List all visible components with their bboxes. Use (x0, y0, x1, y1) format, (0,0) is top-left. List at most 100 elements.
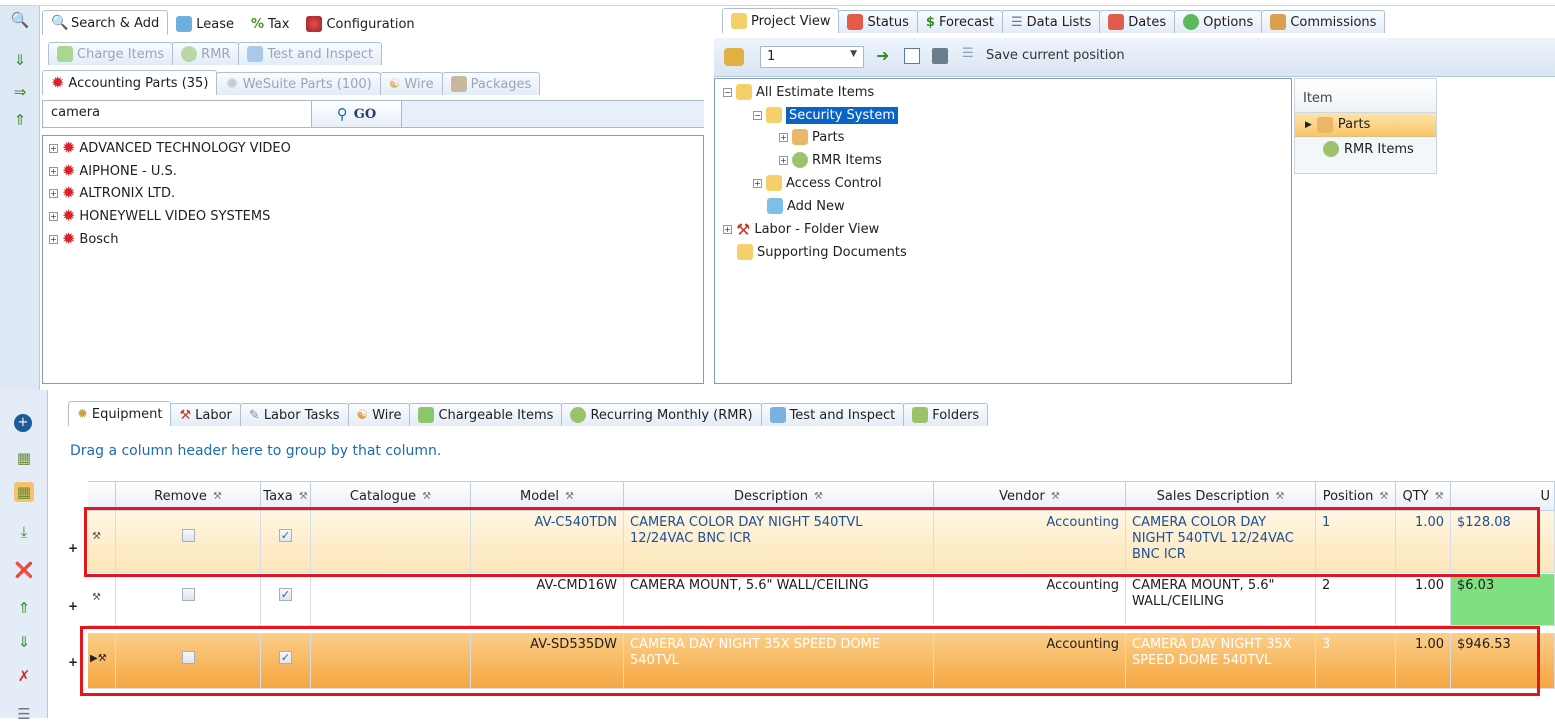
tab-tax[interactable]: % Tax (242, 12, 298, 35)
tree-item[interactable]: + ⚒ Labor - Folder View (723, 218, 879, 240)
arrow-down-icon[interactable]: ⇓ (14, 632, 34, 652)
expand-icon[interactable]: + (779, 155, 788, 165)
remove-icon[interactable]: ❌ (14, 560, 34, 580)
chart-icon[interactable]: ▦ (14, 448, 34, 468)
expand-icon[interactable]: + (753, 178, 762, 188)
expand-icon[interactable]: + (723, 224, 732, 234)
description-cell[interactable]: CAMERA MOUNT, 5.6" WALL/CEILING (624, 574, 934, 625)
expand-icon[interactable]: + (49, 143, 58, 153)
item-row-rmr[interactable]: RMR Items (1295, 137, 1436, 161)
tab-wire[interactable]: ☯ Wire (379, 72, 443, 95)
tab-configuration[interactable]: Configuration (297, 12, 423, 35)
arrow-up-icon[interactable]: ⇑ (14, 598, 34, 618)
pin-icon[interactable]: ⚒ (1379, 491, 1388, 502)
column-position[interactable]: Position ⚒ (1316, 482, 1396, 510)
arrow-right-icon[interactable]: ➜ (876, 46, 889, 65)
taxable-checkbox[interactable]: ✓ (279, 588, 292, 601)
arrow-up-icon[interactable]: ⇑ (10, 110, 30, 130)
pin-icon[interactable]: ⚒ (213, 491, 222, 502)
expand-row-icon[interactable]: + (68, 599, 78, 613)
remove-cell[interactable] (116, 574, 261, 625)
tree-item[interactable]: − Security System (753, 104, 898, 126)
tab-wesuite-parts[interactable]: ✹ WeSuite Parts (100) (216, 72, 381, 95)
tab-equipment[interactable]: ✹ Equipment (68, 401, 172, 426)
add-circle-icon[interactable]: + (14, 414, 32, 432)
tab-rmr[interactable]: RMR (172, 42, 240, 65)
tab-project-view[interactable]: Project View (722, 8, 840, 33)
gear-people-icon[interactable] (724, 48, 744, 66)
column-vendor[interactable]: Vendor ⚒ (934, 482, 1126, 510)
tab-search-add[interactable]: 🔍 Search & Add (42, 10, 169, 35)
tree-item[interactable]: + RMR Items (779, 149, 882, 171)
tab-chargeable-items[interactable]: Chargeable Items (409, 403, 563, 426)
column-taxable[interactable]: Taxa ⚒ (261, 482, 311, 510)
tree-item[interactable]: + Access Control (753, 172, 882, 194)
position-select[interactable]: 1 ▼ (760, 46, 864, 68)
column-unit-price[interactable]: U (1451, 482, 1555, 510)
column-model[interactable]: Model ⚒ (471, 482, 624, 510)
column-sales-description[interactable]: Sales Description ⚒ (1126, 482, 1316, 510)
tab-status[interactable]: Status (838, 10, 918, 33)
tree-item[interactable]: + ✹ AIPHONE - U.S. (49, 160, 177, 182)
table-row[interactable]: ⚒ ✓ AV-CMD16W CAMERA MOUNT, 5.6" WALL/CE… (88, 574, 1555, 626)
tree-item[interactable]: − All Estimate Items (723, 81, 874, 103)
tab-labor[interactable]: ⚒ Labor (170, 403, 241, 426)
expand-icon[interactable]: + (49, 234, 58, 244)
taxable-cell[interactable]: ✓ (261, 574, 311, 625)
column-remove[interactable]: Remove ⚒ (116, 482, 261, 510)
tab-commissions[interactable]: Commissions (1261, 10, 1386, 33)
chart-active-icon[interactable]: ▦ (14, 482, 34, 502)
tab-forecast[interactable]: $ Forecast (916, 10, 1003, 33)
list-icon[interactable]: ☰ (14, 704, 34, 724)
delete-icon[interactable]: ✗ (14, 666, 34, 686)
price-cell[interactable]: $6.03 (1451, 574, 1555, 625)
item-row-parts[interactable]: ▶ Parts (1295, 113, 1436, 137)
go-button[interactable]: ⚲ GO (312, 100, 402, 128)
tab-test-inspect[interactable]: Test and Inspect (238, 42, 383, 65)
save-position-button[interactable]: Save current position (986, 48, 1125, 63)
expand-icon[interactable]: + (49, 166, 58, 176)
tree-item[interactable]: + ✹ ALTRONIX LTD. (49, 182, 175, 204)
project-tree[interactable]: − All Estimate Items − Security System + Pa… (714, 78, 1292, 384)
move-down-icon[interactable]: ⤓ (14, 522, 34, 542)
grid-icon[interactable] (904, 48, 920, 64)
tree-item[interactable]: + Parts (779, 126, 844, 148)
pin-icon[interactable]: ⚒ (299, 491, 308, 502)
tab-dates[interactable]: Dates (1099, 10, 1176, 33)
remove-checkbox[interactable] (181, 588, 195, 601)
tab-test-inspect-bottom[interactable]: Test and Inspect (760, 403, 905, 426)
expand-row-icon[interactable]: + (68, 541, 78, 555)
tab-charge-items[interactable]: Charge Items (48, 42, 174, 65)
expand-icon[interactable]: + (49, 188, 58, 198)
tree-item[interactable]: Supporting Documents (737, 241, 907, 263)
pin-icon[interactable]: ⚒ (1051, 491, 1060, 502)
vendor-cell[interactable]: Accounting (934, 574, 1126, 625)
collapse-icon[interactable]: − (753, 110, 762, 120)
tab-options[interactable]: Options (1174, 10, 1263, 33)
collapse-icon[interactable]: − (723, 87, 732, 97)
magnifier-icon[interactable]: 🔍 (10, 10, 30, 30)
tab-wire-bottom[interactable]: ☯ Wire (347, 403, 411, 426)
contacts-icon[interactable] (932, 48, 948, 64)
expand-icon[interactable]: + (779, 132, 788, 142)
pin-icon[interactable]: ⚒ (422, 491, 431, 502)
tab-accounting-parts[interactable]: ✹ Accounting Parts (35) (42, 70, 218, 95)
tree-item[interactable]: + ✹ ADVANCED TECHNOLOGY VIDEO (49, 137, 291, 159)
tree-item[interactable]: + ✹ HONEYWELL VIDEO SYSTEMS (49, 205, 270, 227)
pin-icon[interactable]: ⚒ (814, 491, 823, 502)
tab-labor-tasks[interactable]: ✎ Labor Tasks (239, 403, 349, 426)
tab-data-lists[interactable]: ☰ Data Lists (1001, 10, 1101, 33)
tree-item[interactable]: Add New (767, 195, 845, 217)
tab-packages[interactable]: Packages (441, 72, 541, 95)
position-cell[interactable]: 2 (1316, 574, 1396, 625)
vendor-tree[interactable]: + ✹ ADVANCED TECHNOLOGY VIDEO + ✹ AIPHONE - … (42, 135, 704, 384)
expand-row-icon[interactable]: + (68, 655, 78, 669)
tab-recurring-monthly[interactable]: Recurring Monthly (RMR) (561, 403, 762, 426)
qty-cell[interactable]: 1.00 (1396, 574, 1451, 625)
model-cell[interactable]: AV-CMD16W (471, 574, 624, 625)
expand-icon[interactable]: + (49, 211, 58, 221)
sales-description-cell[interactable]: CAMERA MOUNT, 5.6" WALL/CEILING (1126, 574, 1316, 625)
tree-item[interactable]: + ✹ Bosch (49, 228, 118, 250)
tab-lease[interactable]: Lease (167, 12, 243, 35)
arrow-down-icon[interactable]: ⇓ (10, 50, 30, 70)
